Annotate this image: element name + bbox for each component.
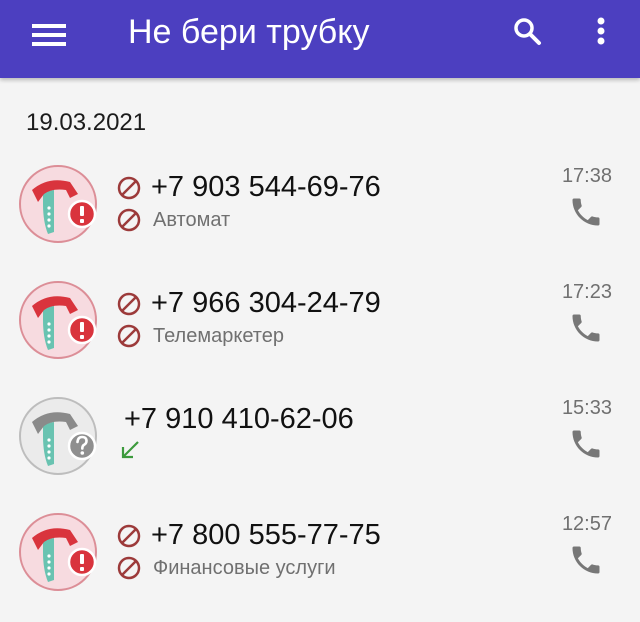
call-time: 15:33 bbox=[561, 397, 612, 419]
caller-category-label: Автомат bbox=[153, 209, 231, 231]
call-log-item[interactable]: +7 903 544-69-76 Автомат 17:38 bbox=[0, 164, 640, 274]
call-log-item[interactable]: +7 800 555-77-75 Финансовые услуги 12:57 bbox=[0, 512, 640, 622]
phone-call-icon[interactable] bbox=[568, 426, 604, 462]
blocked-caller-avatar-icon bbox=[18, 280, 98, 360]
app-bar: Не бери трубку bbox=[0, 0, 640, 78]
more-vert-icon[interactable] bbox=[580, 12, 624, 56]
unknown-caller-avatar-icon bbox=[18, 396, 98, 476]
blocked-icon bbox=[117, 524, 141, 548]
call-time: 12:57 bbox=[561, 513, 612, 535]
caller-category-label: Финансовые услуги bbox=[153, 557, 336, 579]
incoming-call-arrow-icon bbox=[118, 438, 142, 462]
phone-number: +7 800 555-77-75 bbox=[151, 519, 381, 551]
app-title: Не бери трубку bbox=[128, 13, 370, 51]
call-time: 17:38 bbox=[561, 165, 612, 187]
blocked-caller-avatar-icon bbox=[18, 164, 98, 244]
phone-call-icon[interactable] bbox=[568, 194, 604, 230]
phone-call-icon[interactable] bbox=[568, 542, 604, 578]
blocked-caller-avatar-icon bbox=[18, 512, 98, 592]
blocked-icon bbox=[117, 556, 141, 580]
hamburger-menu-icon[interactable] bbox=[28, 14, 72, 58]
blocked-icon bbox=[117, 176, 141, 200]
call-time: 17:23 bbox=[561, 281, 612, 303]
caller-category-label: Телемаркетер bbox=[153, 325, 284, 347]
blocked-icon bbox=[117, 324, 141, 348]
blocked-icon bbox=[117, 208, 141, 232]
blocked-icon bbox=[117, 292, 141, 316]
phone-number: +7 910 410-62-06 bbox=[124, 403, 354, 435]
search-icon[interactable] bbox=[506, 12, 550, 56]
call-log-item[interactable]: +7 966 304-24-79 Телемаркетер 17:23 bbox=[0, 280, 640, 390]
date-header: 19.03.2021 bbox=[26, 109, 147, 136]
phone-number: +7 903 544-69-76 bbox=[151, 171, 381, 203]
call-log-item[interactable]: +7 910 410-62-06 15:33 bbox=[0, 396, 640, 506]
phone-number: +7 966 304-24-79 bbox=[151, 287, 381, 319]
phone-call-icon[interactable] bbox=[568, 310, 604, 346]
